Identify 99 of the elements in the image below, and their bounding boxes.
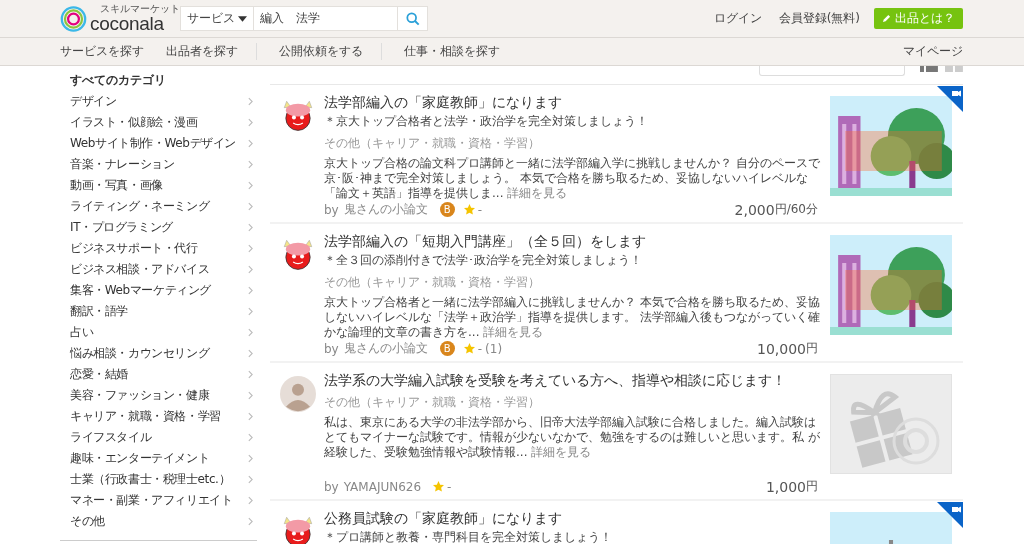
category-link[interactable]: 占い bbox=[60, 322, 257, 343]
chevron-icon bbox=[248, 391, 253, 400]
service-subtitle: ＊プロ講師と教養・専門科目を完全対策しましょう！ bbox=[324, 529, 613, 544]
service-card[interactable]: 法学系の大学編入試験を受験を考えている方へ、指導や相談に応じます！ その他（キャリア・就職・資格・学習） 私は、東京にある大学の非法学部から、旧帝大法学部編入試験に合格しました。編入試験はとてもマイナーな試験です。情報が少ないなかで、勉強をするのは難しいと思います。私 が経験した、受験勉強情報や試験情報... 詳細を見る by YAMAJUN626 - 1,000円 bbox=[270, 363, 963, 501]
category-link[interactable]: 集客・Webマーケティング bbox=[60, 280, 257, 301]
search-field[interactable]: 編入 法学 bbox=[254, 6, 398, 31]
chevron-icon bbox=[248, 349, 253, 358]
star-icon bbox=[463, 204, 475, 215]
nav-link[interactable]: サービスを探す bbox=[60, 43, 144, 60]
rank-badge: B bbox=[439, 202, 455, 217]
seller-name[interactable]: YAMAJUN626 bbox=[343, 479, 422, 494]
star-icon bbox=[463, 343, 475, 354]
category-link[interactable]: イラスト・似顔絵・漫画 bbox=[60, 112, 257, 133]
category-link[interactable]: 美容・ファッション・健康 bbox=[60, 385, 257, 406]
rank-badge: B bbox=[439, 341, 455, 356]
category-link[interactable]: ライフスタイル bbox=[60, 427, 257, 448]
service-title[interactable]: 公務員試験の「家庭教師」になります bbox=[324, 509, 820, 527]
category-link[interactable]: 恋愛・結婚 bbox=[60, 364, 257, 385]
service-category: その他（キャリア・就職・資格・学習） bbox=[324, 135, 541, 152]
logo-text[interactable]: coconala bbox=[90, 14, 180, 33]
by-label: by bbox=[324, 479, 339, 494]
logo-tagline: スキルマーケット bbox=[99, 4, 180, 14]
chevron-icon bbox=[248, 454, 253, 463]
sidebar-heading: すべてのカテゴリ bbox=[69, 72, 167, 89]
details-link[interactable]: 詳細を見る bbox=[507, 186, 568, 200]
category-link[interactable]: 士業（行政書士・税理士etc.） bbox=[60, 469, 257, 490]
details-link[interactable]: 詳細を見る bbox=[483, 325, 544, 339]
chevron-icon bbox=[248, 139, 253, 148]
seller-name[interactable]: 鬼さんの小論文 bbox=[343, 340, 428, 357]
rating-text: - bbox=[477, 341, 483, 356]
by-label: by bbox=[324, 341, 339, 356]
service-title[interactable]: 法学部編入の「短期入門講座」（全５回）をします bbox=[324, 232, 820, 250]
service-price: 10,000 bbox=[757, 340, 806, 357]
review-count: (1) bbox=[485, 341, 503, 356]
pencil-icon bbox=[882, 14, 891, 23]
search-button[interactable] bbox=[398, 6, 428, 31]
category-link[interactable]: IT・プログラミング bbox=[60, 217, 257, 238]
chevron-icon bbox=[248, 412, 253, 421]
category-link[interactable]: Webサイト制作・Webデザイン bbox=[60, 133, 257, 154]
service-title[interactable]: 法学系の大学編入試験を受験を考えている方へ、指導や相談に応じます！ bbox=[324, 371, 820, 389]
header-link[interactable]: 会員登録(無料) bbox=[778, 10, 860, 27]
nav-link[interactable]: 公開依頼をする bbox=[279, 43, 363, 60]
service-price: 2,000 bbox=[734, 201, 775, 218]
service-card[interactable]: 法学部編入の「家庭教師」になります ＊京大トップ合格者と法学・政治学を完全対策しましょう！ その他（キャリア・就職・資格・学習） 京大トップ合格の論文科プロ講師と一緒に法学部編入学に挑戦しませんか？ 自分のペースで京･阪･神まで完全対策しましょう。 本気で合格を勝ち取るため、妥協しないハイレベルな「論文＋英語」指導を提供しま... 詳細を見る by 鬼さんの小論文 B - 2,000円/60分 bbox=[270, 85, 963, 224]
category-link[interactable]: ビジネス相談・アドバイス bbox=[60, 259, 257, 280]
chevron-icon bbox=[248, 328, 253, 337]
category-link[interactable]: 動画・写真・画像 bbox=[60, 175, 257, 196]
category-link[interactable]: デザイン bbox=[60, 91, 257, 112]
category-link[interactable]: その他 bbox=[60, 511, 257, 532]
chevron-icon bbox=[248, 265, 253, 274]
chevron-icon bbox=[248, 517, 253, 526]
rating-text: - bbox=[447, 479, 452, 494]
filter-field[interactable] bbox=[759, 66, 906, 76]
category-link[interactable]: ビジネスサポート・代行 bbox=[60, 238, 257, 259]
service-title[interactable]: 法学部編入の「家庭教師」になります bbox=[324, 93, 820, 111]
price-unit: 円 bbox=[806, 340, 818, 357]
chevron-icon bbox=[248, 181, 253, 190]
star-icon bbox=[433, 481, 445, 492]
service-description: 私は、東京にある大学の非法学部から、旧帝大法学部編入試験に合格しました。編入試験はとてもマイナーな試験です。情報が少ないなかで、勉強をするのは難しいと思います。私 が経験した、受験勉強情報や試験情報... 詳細を見る bbox=[324, 415, 820, 460]
service-category: その他（キャリア・就職・資格・学習） bbox=[324, 274, 541, 291]
search-scope-dropdown[interactable]: サービス bbox=[180, 6, 254, 31]
category-link[interactable]: ライティング・ネーミング bbox=[60, 196, 257, 217]
nav-link[interactable]: 出品者を探す bbox=[166, 43, 238, 60]
chevron-icon bbox=[248, 223, 253, 232]
caret-icon bbox=[238, 15, 247, 22]
service-card[interactable]: 公務員試験の「家庭教師」になります ＊プロ講師と教養・専門科目を完全対策しましょう！ bbox=[270, 501, 963, 544]
nav-link[interactable]: マイページ bbox=[903, 43, 963, 60]
category-link[interactable]: 音楽・ナレーション bbox=[60, 154, 257, 175]
chevron-icon bbox=[248, 160, 253, 169]
chevron-icon bbox=[248, 202, 253, 211]
rating-text: - bbox=[477, 202, 483, 217]
by-label: by bbox=[324, 202, 339, 217]
chevron-icon bbox=[248, 307, 253, 316]
chevron-icon bbox=[248, 496, 253, 505]
service-subtitle: ＊全３回の添削付きで法学･政治学を完全対策しましょう！ bbox=[324, 252, 643, 269]
chevron-icon bbox=[248, 286, 253, 295]
chevron-icon bbox=[248, 433, 253, 442]
nav-link[interactable]: 仕事・相談を探す bbox=[404, 43, 500, 60]
service-price: 1,000 bbox=[765, 478, 806, 495]
category-link[interactable]: 悩み相談・カウンセリング bbox=[60, 343, 257, 364]
chevron-icon bbox=[248, 370, 253, 379]
price-unit: 円 bbox=[806, 478, 818, 495]
list-view-icon[interactable] bbox=[920, 66, 939, 72]
category-link[interactable]: 趣味・エンターテイメント bbox=[60, 448, 257, 469]
category-link[interactable]: キャリア・就職・資格・学習 bbox=[60, 406, 257, 427]
category-link[interactable]: マネー・副業・アフィリエイト bbox=[60, 490, 257, 511]
header-link[interactable]: ログイン bbox=[713, 10, 762, 27]
logo-icon[interactable] bbox=[60, 4, 87, 33]
service-category: その他（キャリア・就職・資格・学習） bbox=[324, 394, 541, 411]
chevron-icon bbox=[248, 97, 253, 106]
chevron-icon bbox=[248, 475, 253, 484]
details-link[interactable]: 詳細を見る bbox=[531, 445, 592, 459]
search-icon bbox=[405, 11, 420, 26]
service-subtitle: ＊京大トップ合格者と法学・政治学を完全対策しましょう！ bbox=[324, 113, 649, 130]
category-link[interactable]: 翻訳・語学 bbox=[60, 301, 257, 322]
seller-name[interactable]: 鬼さんの小論文 bbox=[343, 201, 428, 218]
price-unit: 円/60分 bbox=[774, 201, 818, 218]
chevron-icon bbox=[248, 244, 253, 253]
chevron-icon bbox=[248, 118, 253, 127]
